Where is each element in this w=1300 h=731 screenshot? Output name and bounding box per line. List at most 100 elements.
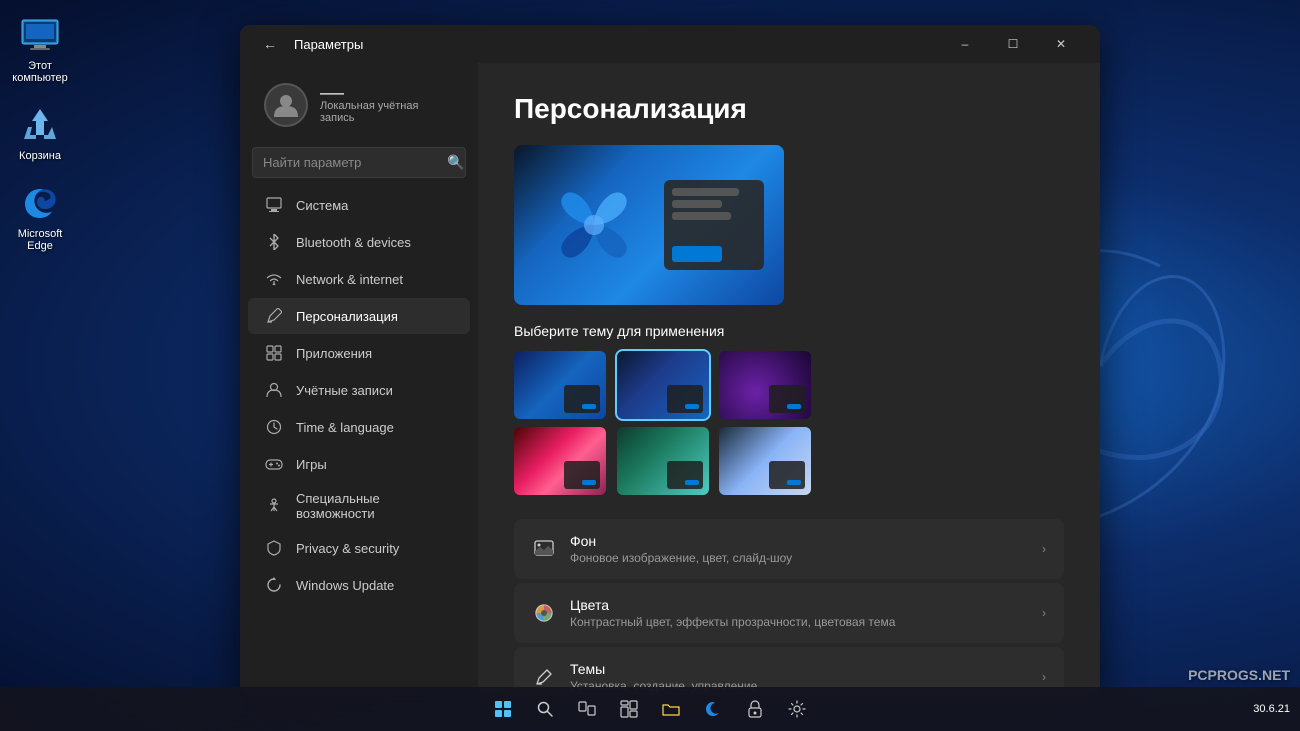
- right-panel: Персонализация: [478, 63, 1100, 695]
- taskbar-taskview[interactable]: [567, 689, 607, 729]
- theme-dot-6: [787, 480, 801, 485]
- sidebar-item-time[interactable]: Time & language: [248, 409, 470, 445]
- background-text: Фон Фоновое изображение, цвет, слайд-шоу: [570, 533, 1028, 565]
- computer-icon: [20, 16, 60, 56]
- colors-chevron: ›: [1042, 606, 1046, 620]
- theme-option-3[interactable]: [719, 351, 811, 419]
- colors-subtitle: Контрастный цвет, эффекты прозрачности, …: [570, 615, 1028, 629]
- theme-option-2[interactable]: [617, 351, 709, 419]
- edge-label: Microsoft Edge: [10, 228, 70, 252]
- mock-line-2: [672, 200, 722, 208]
- theme-option-1[interactable]: [514, 351, 606, 419]
- close-button[interactable]: ✕: [1038, 28, 1084, 60]
- theme-option-4[interactable]: [514, 427, 606, 495]
- user-info: —— Локальная учётная запись: [320, 86, 454, 124]
- time-icon: [264, 417, 284, 437]
- theme-dot-1: [582, 404, 596, 409]
- update-label: Windows Update: [296, 578, 394, 593]
- personalization-icon: [264, 306, 284, 326]
- taskbar-lock[interactable]: [735, 689, 775, 729]
- theme-dot-5: [685, 480, 699, 485]
- recycle-label: Корзина: [19, 150, 61, 162]
- window-controls: – ☐ ✕: [942, 28, 1084, 60]
- network-icon: [264, 269, 284, 289]
- theme-dot-2: [685, 404, 699, 409]
- bluetooth-label: Bluetooth & devices: [296, 235, 411, 250]
- network-label: Network & internet: [296, 272, 403, 287]
- desktop-icons: Этот компьютер Корзина Microsoft Edge: [0, 0, 80, 258]
- colors-icon: [532, 601, 556, 625]
- sidebar-item-accessibility[interactable]: Специальные возможности: [248, 483, 470, 529]
- sidebar-item-system[interactable]: Система: [248, 187, 470, 223]
- sidebar-item-personalization[interactable]: Персонализация: [248, 298, 470, 334]
- system-label: Система: [296, 198, 348, 213]
- watermark: PCPROGS.NET: [1188, 667, 1290, 683]
- taskbar-edge[interactable]: [693, 689, 733, 729]
- taskbar-explorer[interactable]: [651, 689, 691, 729]
- sidebar-item-network[interactable]: Network & internet: [248, 261, 470, 297]
- main-content: —— Локальная учётная запись 🔍: [240, 63, 1100, 695]
- search-container: 🔍: [240, 143, 478, 186]
- apps-icon: [264, 343, 284, 363]
- apps-label: Приложения: [296, 346, 372, 361]
- back-button[interactable]: ←: [256, 30, 284, 58]
- computer-label: Этот компьютер: [10, 60, 70, 84]
- themes-chevron: ›: [1042, 670, 1046, 684]
- taskbar-widgets[interactable]: [609, 689, 649, 729]
- recycle-icon: [20, 106, 60, 146]
- colors-text: Цвета Контрастный цвет, эффекты прозрачн…: [570, 597, 1028, 629]
- privacy-label: Privacy & security: [296, 541, 399, 556]
- accessibility-icon: [264, 496, 284, 516]
- taskbar-search[interactable]: [525, 689, 565, 729]
- search-input[interactable]: [263, 155, 439, 170]
- taskbar-settings[interactable]: [777, 689, 817, 729]
- desktop-icon-edge[interactable]: Microsoft Edge: [4, 178, 76, 258]
- title-bar: ← Параметры – ☐ ✕: [240, 25, 1100, 63]
- theme-mock-5: [667, 461, 703, 489]
- sidebar: —— Локальная учётная запись 🔍: [240, 63, 478, 695]
- background-chevron: ›: [1042, 542, 1046, 556]
- theme-dot-4: [582, 480, 596, 485]
- sidebar-item-apps[interactable]: Приложения: [248, 335, 470, 371]
- themes-title: Темы: [570, 661, 1028, 677]
- sidebar-item-update[interactable]: Windows Update: [248, 567, 470, 603]
- window-title: Параметры: [294, 37, 932, 52]
- avatar-inner: [266, 85, 306, 125]
- nav-menu: Система Bluetooth & devices Network & in…: [240, 186, 478, 604]
- sidebar-item-accounts[interactable]: Учётные записи: [248, 372, 470, 408]
- preview-ui-mockup: [664, 180, 764, 270]
- theme-grid: [514, 351, 814, 495]
- maximize-button[interactable]: ☐: [990, 28, 1036, 60]
- start-button[interactable]: [483, 689, 523, 729]
- user-profile[interactable]: —— Локальная учётная запись: [248, 67, 470, 139]
- search-box[interactable]: 🔍: [252, 147, 466, 178]
- theme-mock-2: [667, 385, 703, 413]
- mock-line-3: [672, 212, 731, 220]
- accounts-label: Учётные записи: [296, 383, 393, 398]
- taskbar-right: 30.6.21: [1253, 703, 1290, 715]
- settings-row-colors[interactable]: Цвета Контрастный цвет, эффекты прозрачн…: [514, 583, 1064, 643]
- system-icon: [264, 195, 284, 215]
- minimize-button[interactable]: –: [942, 28, 988, 60]
- theme-option-5[interactable]: [617, 427, 709, 495]
- settings-row-background[interactable]: Фон Фоновое изображение, цвет, слайд-шоу…: [514, 519, 1064, 579]
- desktop-icon-computer[interactable]: Этот компьютер: [4, 10, 76, 90]
- page-title: Персонализация: [514, 93, 1064, 125]
- sidebar-item-privacy[interactable]: Privacy & security: [248, 530, 470, 566]
- mock-line-1: [672, 188, 739, 196]
- taskbar-icons: [483, 689, 817, 729]
- desktop-icon-recycle[interactable]: Корзина: [4, 100, 76, 168]
- sidebar-item-bluetooth[interactable]: Bluetooth & devices: [248, 224, 470, 260]
- avatar: [264, 83, 308, 127]
- desktop: Этот компьютер Корзина Microsoft Edge: [0, 0, 1300, 731]
- theme-option-6[interactable]: [719, 427, 811, 495]
- background-subtitle: Фоновое изображение, цвет, слайд-шоу: [570, 551, 1028, 565]
- theme-mock-1: [564, 385, 600, 413]
- user-role: Локальная учётная запись: [320, 100, 454, 124]
- theme-mock-6: [769, 461, 805, 489]
- sidebar-item-games[interactable]: Игры: [248, 446, 470, 482]
- themes-icon: [532, 665, 556, 689]
- accounts-icon: [264, 380, 284, 400]
- theme-mock-3: [769, 385, 805, 413]
- privacy-icon: [264, 538, 284, 558]
